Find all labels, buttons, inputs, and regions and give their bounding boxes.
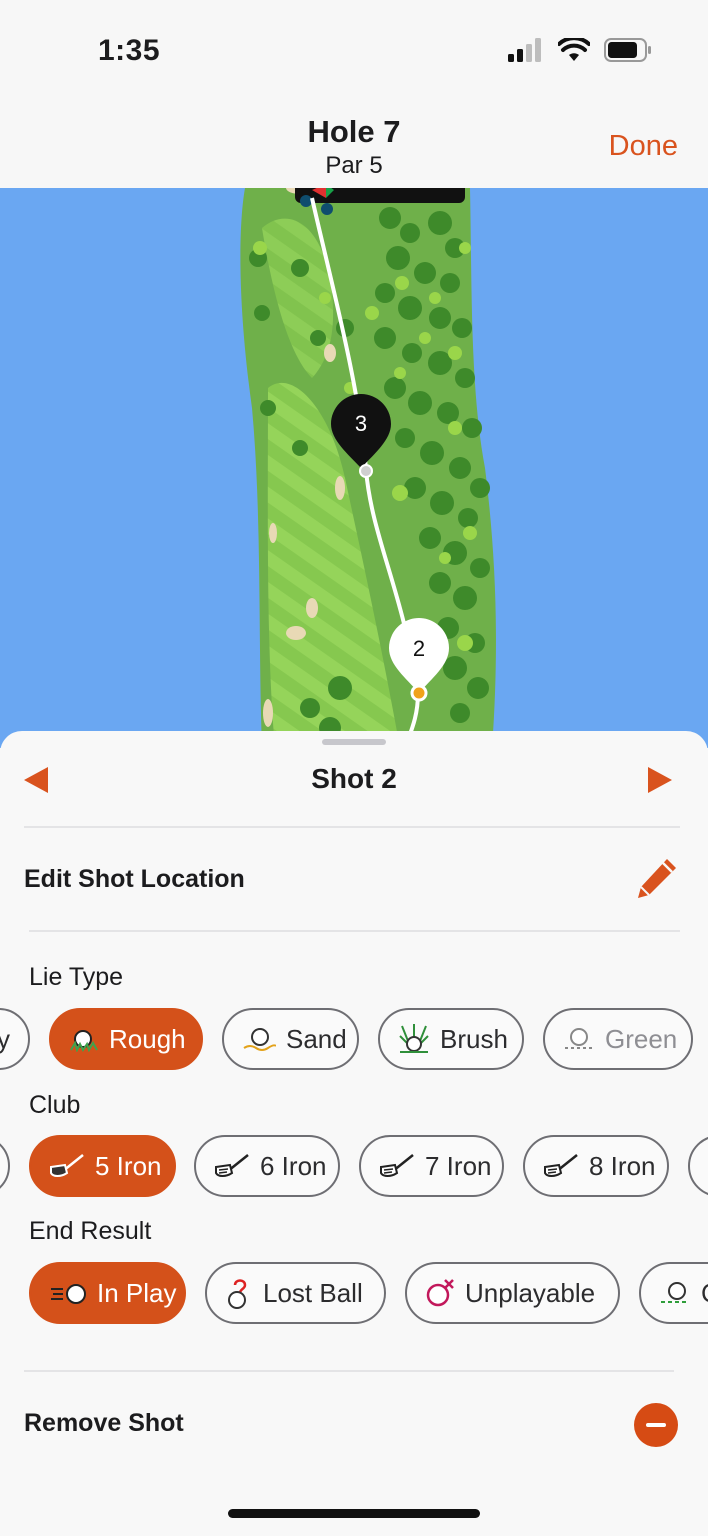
lie-option-fairway[interactable]: y xyxy=(0,1008,30,1070)
status-bar: 1:35 xyxy=(0,0,708,100)
shot-detail-sheet: Shot 2 Edit Shot Location Lie Type y Rou… xyxy=(0,731,708,1536)
club-option-label: 6 Iron xyxy=(260,1150,327,1181)
result-option-label: In Play xyxy=(97,1277,177,1308)
ball-in-sand-icon xyxy=(243,1028,276,1051)
lost-ball-icon xyxy=(228,1279,247,1309)
ball-in-brush-icon xyxy=(399,1024,429,1053)
iron-club-icon xyxy=(544,1154,578,1177)
lie-option-sand[interactable]: Sand xyxy=(222,1008,359,1070)
edit-shot-location-label[interactable]: Edit Shot Location xyxy=(24,865,245,894)
club-options: 5 Iron 6 Iron 7 Iron 8 Iron xyxy=(0,1135,708,1203)
club-label: Club xyxy=(29,1091,81,1119)
result-option-label: Lost Ball xyxy=(263,1277,363,1308)
remove-shot-label[interactable]: Remove Shot xyxy=(24,1409,184,1438)
lie-option-rough[interactable]: Rough xyxy=(49,1008,203,1070)
pencil-icon[interactable] xyxy=(634,855,680,901)
club-option-8-iron[interactable]: 8 Iron xyxy=(523,1135,669,1197)
ball-in-rough-icon xyxy=(70,1030,98,1052)
navigation-bar: Hole 7 Par 5 Done xyxy=(0,100,708,188)
done-button[interactable]: Done xyxy=(609,130,678,163)
lie-option-label: Green xyxy=(605,1023,678,1054)
divider xyxy=(29,930,680,932)
club-option-5-iron[interactable]: 5 Iron xyxy=(29,1135,176,1197)
home-indicator[interactable] xyxy=(228,1509,480,1518)
ball-in-motion-icon xyxy=(51,1284,86,1304)
sheet-grabber[interactable] xyxy=(322,739,386,745)
iron-club-icon xyxy=(215,1154,249,1177)
hole-map[interactable]: 3 2 xyxy=(0,188,708,748)
wifi-icon xyxy=(558,38,590,61)
shot-3-marker-label: 3 xyxy=(355,411,367,436)
result-option-more[interactable]: C xyxy=(639,1262,708,1324)
battery-icon xyxy=(604,38,651,62)
hole-title: Hole 7 xyxy=(307,114,401,149)
club-option-label: 7 Iron xyxy=(425,1150,492,1181)
lie-option-label: Sand xyxy=(286,1023,347,1054)
club-option-next[interactable] xyxy=(688,1135,708,1197)
course-map-canvas[interactable]: 3 2 xyxy=(0,188,708,748)
club-option-7-iron[interactable]: 7 Iron xyxy=(359,1135,504,1197)
divider xyxy=(24,1370,674,1372)
par-subtitle: Par 5 xyxy=(325,152,383,179)
result-option-in-play[interactable]: In Play xyxy=(29,1262,186,1324)
lie-option-label: Rough xyxy=(109,1023,186,1054)
lie-option-brush[interactable]: Brush xyxy=(378,1008,524,1070)
result-option-label: Unplayable xyxy=(465,1277,596,1308)
remove-shot-minus-icon[interactable] xyxy=(634,1403,678,1447)
end-result-label: End Result xyxy=(29,1217,152,1245)
lie-type-options: y Rough Sand Brush Green xyxy=(0,1008,708,1076)
result-option-unplayable[interactable]: Unplayable xyxy=(405,1262,620,1324)
club-option-label: 5 Iron xyxy=(95,1150,162,1181)
iron-club-icon xyxy=(50,1154,84,1177)
next-shot-arrow-icon[interactable] xyxy=(648,767,672,793)
lie-option-green[interactable]: Green xyxy=(543,1008,693,1070)
lie-option-label: Brush xyxy=(440,1023,508,1054)
cellular-signal-icon xyxy=(508,38,541,62)
divider xyxy=(24,826,680,828)
unplayable-ball-icon xyxy=(426,1279,454,1307)
status-time: 1:35 xyxy=(98,34,161,67)
ball-on-green-icon xyxy=(565,1028,593,1049)
club-option-label: 8 Iron xyxy=(589,1150,656,1181)
club-option-6-iron[interactable]: 6 Iron xyxy=(194,1135,340,1197)
ball-on-line-icon xyxy=(661,1282,689,1303)
lie-option-label: y xyxy=(0,1023,10,1054)
shot-title: Shot 2 xyxy=(311,763,397,794)
shot-2-marker-label: 2 xyxy=(413,636,425,661)
club-option-previous[interactable] xyxy=(0,1135,10,1197)
end-result-options: In Play Lost Ball Unplayable C xyxy=(0,1262,708,1330)
lie-type-label: Lie Type xyxy=(29,963,124,991)
result-option-lost-ball[interactable]: Lost Ball xyxy=(205,1262,386,1324)
iron-club-icon xyxy=(380,1154,414,1177)
result-option-label: C xyxy=(701,1278,708,1309)
